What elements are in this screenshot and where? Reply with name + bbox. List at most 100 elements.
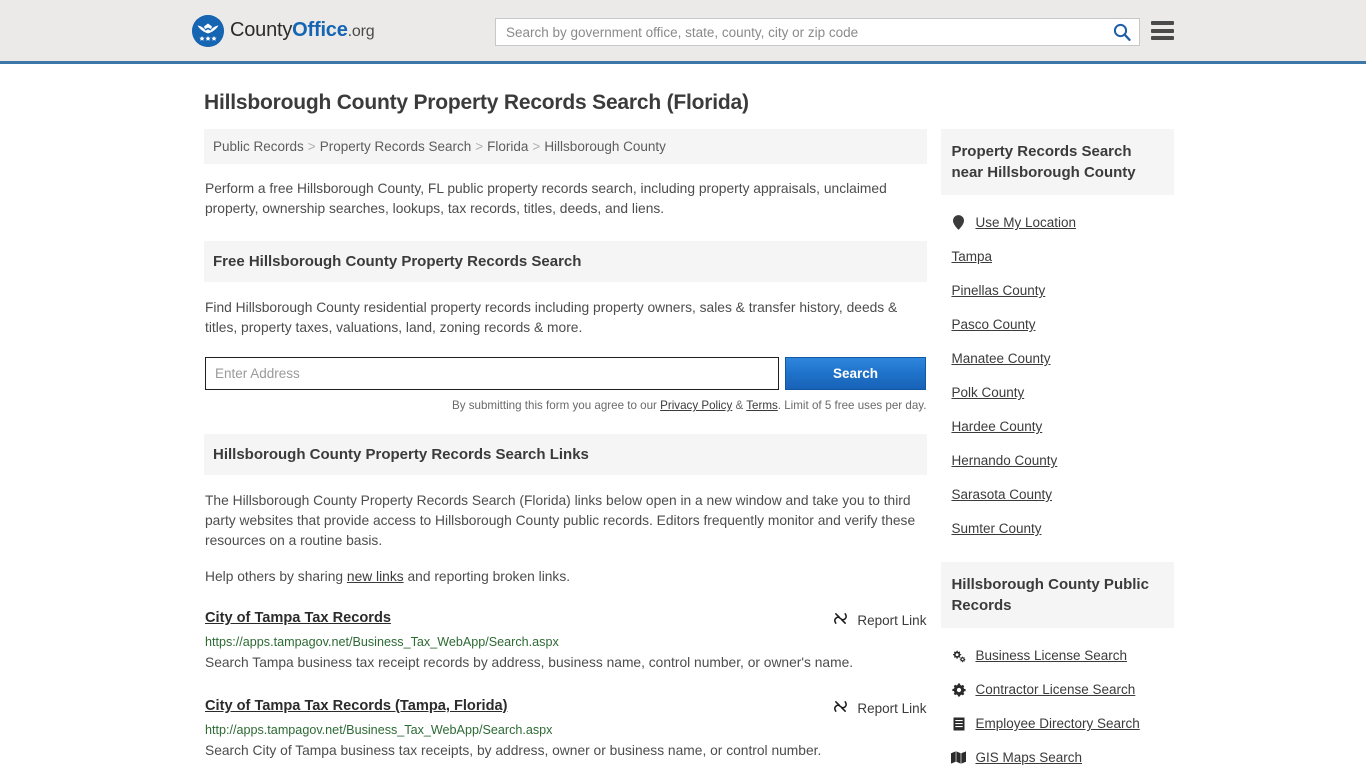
sidebar-item-label[interactable]: Tampa [951,249,992,264]
sidebar-item-polk-county[interactable]: Polk County [951,385,1174,400]
link-result-title[interactable]: City of Tampa Tax Records (Tampa, Florid… [205,698,507,714]
link-result-description: Search City of Tampa business tax receip… [205,743,822,758]
link-result-url: https://apps.tampagov.net/Business_Tax_W… [205,635,559,649]
link-result-item: City of Tampa Tax Records Report Link ht… [205,610,926,675]
breadcrumb-item-florida[interactable]: Florida [487,139,528,154]
terms-link[interactable]: Terms [746,399,778,412]
sidebar-item-contractor-license-search[interactable]: Contractor License Search [951,682,1174,697]
help-text-pre: Help others by sharing [205,569,347,584]
hamburger-bar [1151,36,1174,40]
sidebar-item-label[interactable]: Use My Location [975,215,1076,230]
map-icon [951,751,967,764]
breadcrumb-item-public-records[interactable]: Public Records [213,139,304,154]
content-row: Public Records > Property Records Search > F… [204,129,1174,765]
breadcrumb-separator: > [307,139,316,154]
sidebar-item-tampa[interactable]: Tampa [951,249,1174,264]
cogs-icon [951,649,966,663]
hamburger-bar [1151,21,1174,25]
sidebar-item-label[interactable]: Sarasota County [951,487,1052,502]
sidebar-item-hardee-county[interactable]: Hardee County [951,419,1174,434]
breadcrumb-separator: > [532,139,541,154]
sidebar-item-label[interactable]: Business License Search [975,648,1127,663]
site-header: CountyOffice.org [0,0,1366,64]
sidebar: Property Records Search near Hillsboroug… [941,129,1174,765]
sidebar-item-label[interactable]: Hardee County [951,419,1042,434]
sidebar-item-label[interactable]: Pinellas County [951,283,1045,298]
logo-word-org: .org [347,23,375,40]
sidebar-item-sumter-county[interactable]: Sumter County [951,521,1174,536]
broken-link-icon [833,699,848,717]
sidebar-item-use-my-location[interactable]: Use My Location [951,215,1174,230]
link-result-header: City of Tampa Tax Records (Tampa, Florid… [205,698,926,717]
sidebar-item-gis-maps-search[interactable]: GIS Maps Search [951,750,1174,765]
report-link-button[interactable]: Report Link [833,611,926,629]
breadcrumb-item-property-records-search[interactable]: Property Records Search [320,139,472,154]
links-section-heading: Hillsborough County Property Records Sea… [204,434,928,475]
form-disclaimer: By submitting this form you agree to our… [205,399,926,412]
links-section-body: The Hillsborough County Property Records… [204,491,927,763]
link-result-description: Search Tampa business tax receipt record… [205,655,854,670]
search-icon[interactable] [1105,23,1139,41]
sidebar-item-label[interactable]: Contractor License Search [975,682,1135,697]
map-pin-icon [951,215,966,230]
site-logo-text: CountyOffice.org [230,19,375,42]
broken-link-icon [833,611,848,629]
sidebar-item-label[interactable]: Sumter County [951,521,1041,536]
address-input[interactable] [205,357,779,390]
new-links-link[interactable]: new links [347,569,404,584]
hamburger-menu-icon[interactable] [1151,21,1174,40]
privacy-policy-link[interactable]: Privacy Policy [660,399,732,412]
logo-word-county: County [230,19,293,41]
report-link-button[interactable]: Report Link [833,699,926,717]
global-search-box[interactable] [495,18,1140,46]
help-text-post: and reporting broken links. [403,569,571,584]
page-title: Hillsborough County Property Records Sea… [204,91,749,114]
sidebar-item-label[interactable]: Hernando County [951,453,1057,468]
free-search-heading: Free Hillsborough County Property Record… [204,241,928,282]
disclaimer-text-pre: By submitting this form you agree to our [451,399,661,412]
sidebar-item-manatee-county[interactable]: Manatee County [951,351,1174,366]
report-link-label: Report Link [857,612,927,628]
site-logo[interactable]: CountyOffice.org [192,14,375,47]
link-result-header: City of Tampa Tax Records Report Link [205,610,926,629]
disclaimer-amp: & [732,399,747,412]
global-search-input[interactable] [496,24,1105,40]
address-search-form: Search [205,357,926,390]
sidebar-item-label[interactable]: GIS Maps Search [975,750,1082,765]
sidebar-item-sarasota-county[interactable]: Sarasota County [951,487,1174,502]
report-link-label: Report Link [857,700,927,716]
hamburger-bar [1151,28,1174,33]
sidebar-item-label[interactable]: Polk County [951,385,1024,400]
sidebar-item-label[interactable]: Manatee County [951,351,1050,366]
sidebar-item-pinellas-county[interactable]: Pinellas County [951,283,1174,298]
sidebar-item-label[interactable]: Employee Directory Search [975,716,1139,731]
sidebar-item-hernando-county[interactable]: Hernando County [951,453,1174,468]
list-icon [951,717,966,731]
eagle-logo-icon [192,14,224,47]
link-result-url: http://apps.tampagov.net/Business_Tax_We… [205,723,553,737]
sidebar-item-label[interactable]: Pasco County [951,317,1035,332]
page-container: Hillsborough County Property Records Sea… [0,91,1366,765]
sidebar-nearby-heading: Property Records Search near Hillsboroug… [941,129,1174,195]
sidebar-nearby-list: Use My Location Tampa Pinellas County Pa… [941,195,1174,536]
address-search-button[interactable]: Search [785,357,926,390]
link-result-title[interactable]: City of Tampa Tax Records [205,610,391,626]
sidebar-item-pasco-county[interactable]: Pasco County [951,317,1174,332]
intro-paragraph: Perform a free Hillsborough County, FL p… [205,181,887,216]
links-section-paragraph: The Hillsborough County Property Records… [205,493,916,548]
breadcrumb-separator: > [475,139,484,154]
sidebar-item-employee-directory-search[interactable]: Employee Directory Search [951,716,1174,731]
breadcrumb-item-hillsborough-county[interactable]: Hillsborough County [544,139,666,154]
disclaimer-text-post: . Limit of 5 free uses per day. [777,399,927,412]
free-search-description: Find Hillsborough County residential pro… [205,300,898,335]
sidebar-public-records-heading: Hillsborough County Public Records [941,562,1174,628]
logo-word-office: Office [292,19,348,41]
links-help-paragraph: Help others by sharing new links and rep… [205,567,926,587]
sidebar-public-records-list: Business License Search Contractor Licen… [941,628,1174,765]
breadcrumb: Public Records > Property Records Search > F… [204,129,928,164]
main-column: Public Records > Property Records Search > F… [204,129,928,765]
cog-icon [951,683,966,697]
link-result-item: City of Tampa Tax Records (Tampa, Florid… [205,698,926,763]
free-search-body: Find Hillsborough County residential pro… [204,298,927,412]
sidebar-item-business-license-search[interactable]: Business License Search [951,648,1174,663]
